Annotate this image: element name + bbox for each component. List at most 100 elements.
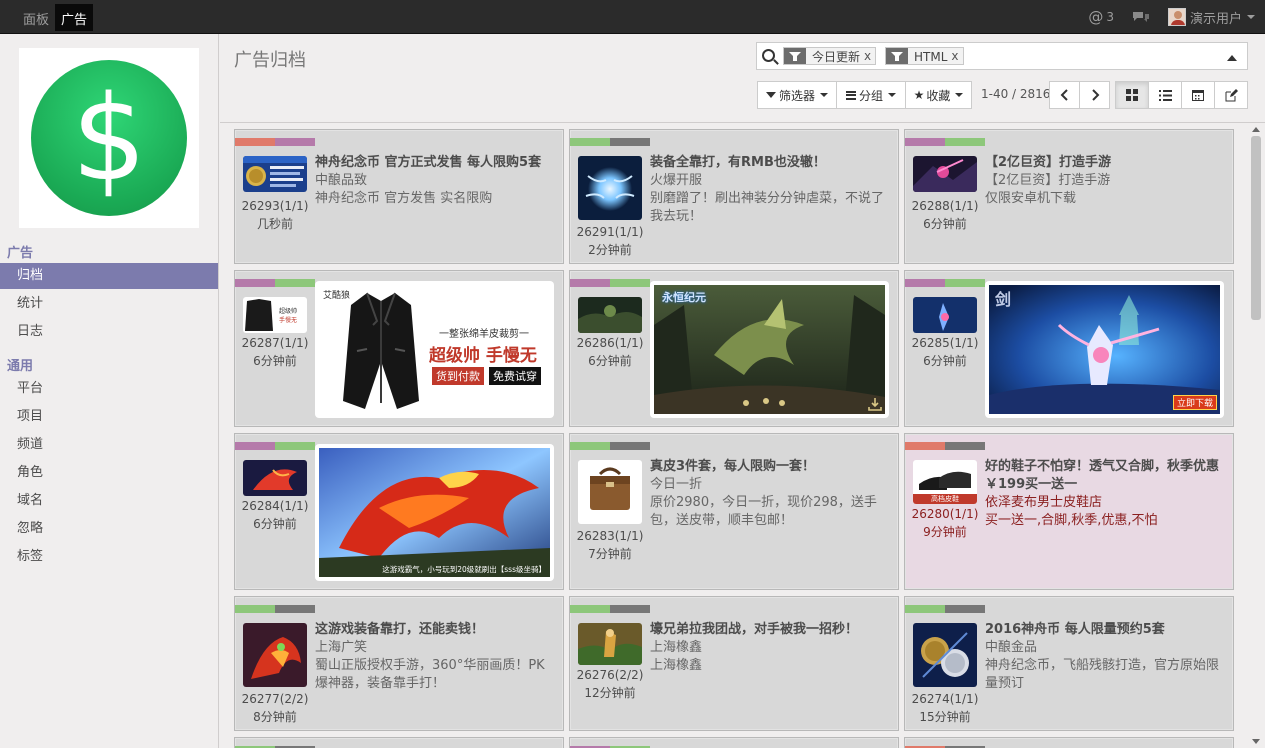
sidebar-section-ads: 广告 — [7, 246, 34, 261]
ad-card[interactable] — [569, 737, 899, 748]
tag-color — [905, 279, 945, 287]
group-button[interactable]: 分组 — [836, 81, 906, 109]
search-input[interactable]: 今日更新 x HTML x — [756, 42, 1248, 70]
ad-time: 8分钟前 — [253, 710, 297, 724]
ad-title: 这游戏装备靠打，还能卖钱！ — [315, 622, 485, 637]
sidebar-item-tags[interactable]: 标签 — [0, 544, 218, 570]
banner-image: 剑 立即下载 — [989, 285, 1220, 414]
ad-thumbnail — [913, 156, 977, 192]
ad-description: 神舟纪念币 官方发售 实名限购 — [315, 191, 493, 206]
list-view-icon — [1158, 89, 1172, 101]
ad-time: 7分钟前 — [588, 547, 632, 561]
at-icon: @ — [1088, 8, 1104, 26]
facet-today-updated[interactable]: 今日更新 x — [783, 47, 877, 65]
ad-banner[interactable]: 艾酷狼 一整张绵羊皮裁剪一 超级帅 手慢无 货到付款 免费试穿 — [315, 281, 554, 418]
tag-color — [610, 279, 650, 287]
mentions-indicator[interactable]: @ 3 — [1088, 8, 1114, 26]
sidebar-item-archive[interactable]: 归档 — [0, 263, 218, 289]
ad-card[interactable]: 26293(1/1) 几秒前 神舟纪念币 官方正式发售 每人限购5套 中酿品致 … — [234, 129, 564, 264]
menu-ads[interactable]: 广告 — [55, 4, 94, 31]
ad-source: 【2亿巨资】打造手游 — [985, 173, 1111, 188]
ad-title: 壕兄弟拉我团战，对手被我一招秒！ — [650, 622, 859, 637]
filter-icon — [784, 48, 806, 64]
sidebar-item-domain[interactable]: 域名 — [0, 488, 218, 514]
view-list-button[interactable] — [1148, 81, 1182, 109]
ad-card[interactable]: 26285(1/1) 6分钟前 剑 立即下载 — [904, 270, 1234, 427]
kanban-view: 26293(1/1) 几秒前 神舟纪念币 官方正式发售 每人限购5套 中酿品致 … — [220, 124, 1246, 748]
view-form-button[interactable] — [1214, 81, 1248, 109]
ad-card[interactable]: 26276(2/2) 12分钟前 壕兄弟拉我团战，对手被我一招秒！ 上海橡鑫 上… — [569, 596, 899, 731]
ad-time: 12分钟前 — [584, 686, 636, 700]
ad-banner[interactable]: 剑 立即下载 — [985, 281, 1224, 418]
favorites-label: 收藏 — [926, 88, 951, 103]
sidebar-item-project[interactable]: 项目 — [0, 404, 218, 430]
ad-text: 2016神舟币 每人限量预约5套 中酿金品 神舟纪念币，飞船残骸打造，官方原始限… — [985, 621, 1223, 693]
ad-thumbnail — [578, 297, 642, 333]
pager-value[interactable]: 1-40 / 2816 — [981, 87, 1050, 101]
ad-source: 中酿品致 — [315, 173, 368, 188]
sidebar-item-channel[interactable]: 频道 — [0, 432, 218, 458]
tag-bar — [570, 279, 650, 287]
ad-title: 【2亿巨资】打造手游 — [985, 155, 1112, 170]
sidebar-item-log[interactable]: 日志 — [0, 319, 218, 345]
tag-color — [610, 138, 650, 146]
ad-id: 26280(1/1) — [911, 507, 979, 521]
ad-banner[interactable]: 永恒纪元 — [650, 281, 889, 418]
tag-bar — [235, 138, 315, 146]
ad-card[interactable]: 超级帅 手慢无 26287(1/1) 6分钟前 艾酷狼 一整张绵羊皮裁剪一 超级帅… — [234, 270, 564, 427]
svg-text:剑: 剑 — [994, 290, 1011, 309]
ad-card[interactable] — [234, 737, 564, 748]
tag-color — [570, 279, 610, 287]
banner-image: 这游戏霸气，小号玩到20级就刷出【sss级坐骑】 — [319, 448, 550, 577]
scrollbar-thumb[interactable] — [1251, 136, 1261, 320]
ad-card[interactable]: 26277(2/2) 8分钟前 这游戏装备靠打，还能卖钱！ 上海广笑 蜀山正版授… — [234, 596, 564, 731]
filters-button[interactable]: 筛选器 — [757, 81, 837, 109]
sidebar-item-role[interactable]: 角色 — [0, 460, 218, 486]
ad-source: 今日一折 — [650, 477, 703, 492]
scroll-up-icon[interactable] — [1252, 127, 1260, 132]
ad-card[interactable] — [904, 737, 1234, 748]
chevron-down-icon — [888, 93, 896, 97]
sidebar-item-ignore[interactable]: 忽略 — [0, 516, 218, 542]
view-kanban-button[interactable] — [1115, 81, 1149, 109]
top-menu: 面板 广告 — [17, 4, 94, 31]
ad-banner[interactable]: 这游戏霸气，小号玩到20级就刷出【sss级坐骑】 — [315, 444, 554, 581]
svg-text:超级帅: 超级帅 — [279, 307, 297, 315]
facet-html[interactable]: HTML x — [885, 47, 964, 65]
sidebar-item-stats[interactable]: 统计 — [0, 291, 218, 317]
view-calendar-button[interactable] — [1181, 81, 1215, 109]
user-menu[interactable]: 演示用户 — [1167, 8, 1255, 27]
ad-time: 6分钟前 — [923, 354, 967, 368]
facet-value: HTML — [914, 50, 948, 64]
facet-remove-button[interactable]: x — [951, 48, 962, 64]
chat-button[interactable] — [1132, 10, 1150, 24]
ad-description: 仅限安卓机下载 — [985, 191, 1077, 206]
menu-dashboard[interactable]: 面板 — [17, 4, 55, 31]
ad-thumbnail — [578, 156, 642, 220]
ad-time: 6分钟前 — [588, 354, 632, 368]
sidebar-item-platform[interactable]: 平台 — [0, 376, 218, 402]
pager-next-button[interactable] — [1079, 81, 1110, 109]
ad-card[interactable]: 26286(1/1) 6分钟前 永恒纪元 — [569, 270, 899, 427]
avatar — [1167, 8, 1186, 26]
ad-card[interactable]: 26291(1/1) 2分钟前 装备全靠打，有RMB也没辙！ 火爆开服 别磨蹭了… — [569, 129, 899, 264]
tag-color — [235, 605, 275, 613]
pager-previous-button[interactable] — [1049, 81, 1080, 109]
search-options-toggle-icon[interactable] — [1227, 55, 1237, 61]
download-now-button[interactable]: 立即下载 — [1172, 395, 1217, 410]
banner-image: 艾酷狼 一整张绵羊皮裁剪一 超级帅 手慢无 货到付款 免费试穿 — [319, 285, 550, 414]
vertical-scrollbar[interactable] — [1247, 124, 1265, 748]
ad-card[interactable]: 26274(1/1) 15分钟前 2016神舟币 每人限量预约5套 中酿金品 神… — [904, 596, 1234, 731]
ad-thumbnail: 超级帅 手慢无 — [243, 297, 307, 333]
ad-card[interactable]: 高档皮鞋 26280(1/1) 9分钟前 好的鞋子不怕穿！透气又合脚，秋季优惠￥… — [904, 433, 1234, 590]
ad-title: 真皮3件套，每人限购一套！ — [650, 459, 816, 474]
chevron-right-icon — [1091, 89, 1099, 101]
favorites-button[interactable]: ★ 收藏 — [905, 81, 972, 109]
tag-color — [945, 605, 985, 613]
ad-card[interactable]: 26283(1/1) 7分钟前 真皮3件套，每人限购一套！ 今日一折 原价298… — [569, 433, 899, 590]
scroll-down-icon[interactable] — [1252, 739, 1260, 744]
ad-source: 依泽麦布男士皮鞋店 — [985, 495, 1103, 510]
facet-remove-button[interactable]: x — [864, 48, 875, 64]
ad-card[interactable]: 26284(1/1) 6分钟前 这游戏霸气，小号玩到20级就刷出【sss级坐骑】 — [234, 433, 564, 590]
ad-card[interactable]: 26288(1/1) 6分钟前 【2亿巨资】打造手游 【2亿巨资】打造手游 仅限… — [904, 129, 1234, 264]
